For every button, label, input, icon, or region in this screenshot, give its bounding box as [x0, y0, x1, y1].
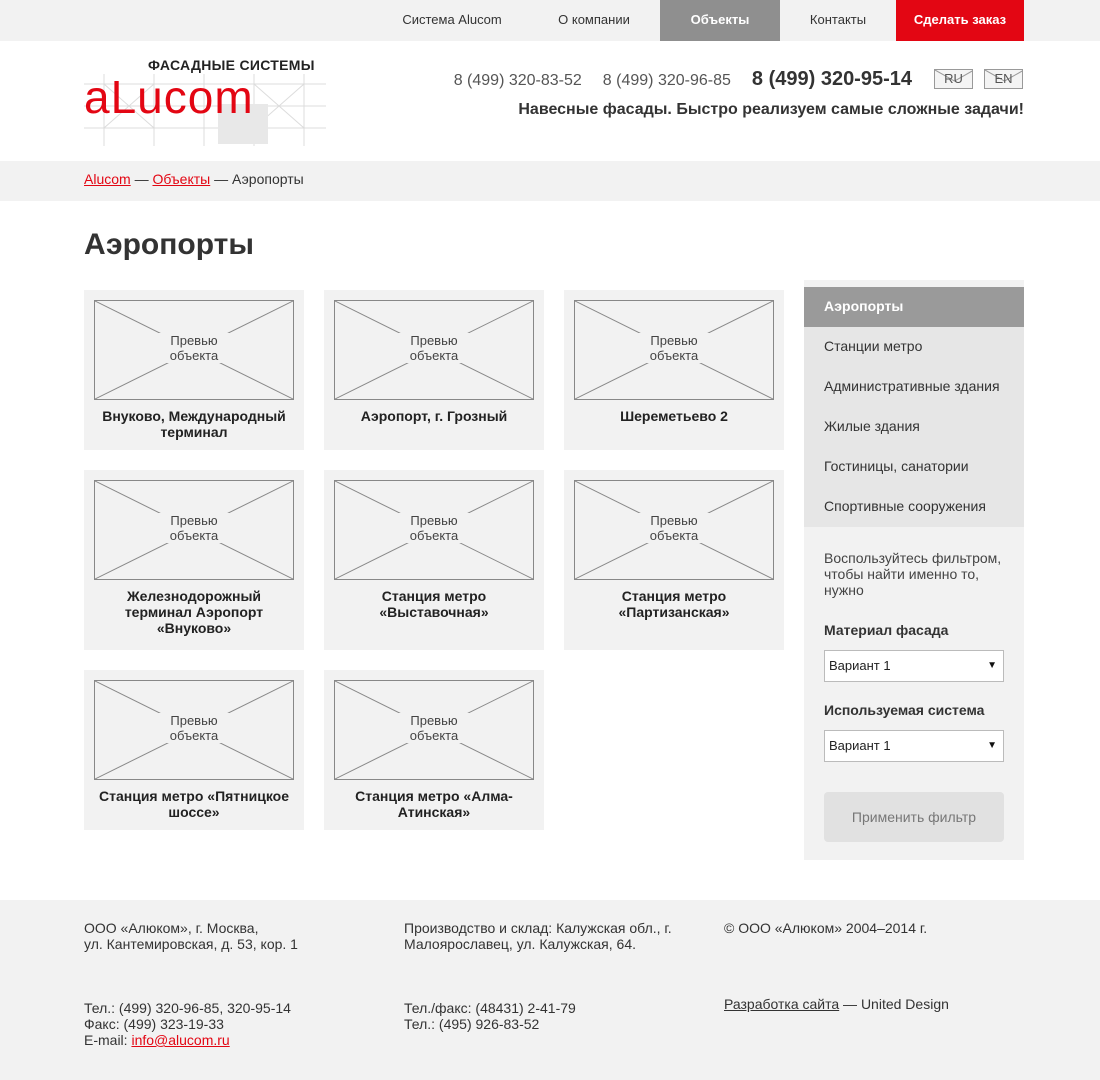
preview-placeholder-text: Превью объекта: [145, 513, 243, 543]
material-select[interactable]: Вариант 1 ▼: [824, 650, 1004, 682]
object-title[interactable]: Аэропорт, г. Грозный: [332, 408, 536, 424]
nav-objects[interactable]: Объекты: [660, 0, 780, 41]
footer-address: ООО «Алюком», г. Москва, ул. Кантемировс…: [84, 920, 298, 952]
nav-about[interactable]: О компании: [528, 0, 660, 41]
object-title[interactable]: Внуково, Международный терминал: [92, 408, 296, 440]
object-preview-image: Превью объекта: [574, 300, 774, 400]
category-menu: Аэропорты Станции метро Административные…: [804, 287, 1024, 527]
object-card[interactable]: Превью объекта Внуково, Международный тер…: [84, 290, 304, 450]
top-nav: Система Alucom О компании Объекты Контак…: [376, 0, 1024, 41]
breadcrumb-home-link[interactable]: Alucom: [84, 171, 131, 187]
category-airports[interactable]: Аэропорты: [804, 287, 1024, 327]
preview-placeholder-text: Превью объекта: [385, 333, 483, 363]
object-card[interactable]: Превью объекта Станция метро «Алма-Атинск…: [324, 670, 544, 830]
phone-list: 8 (499) 320-83-52 8 (499) 320-96-85 8 (4…: [433, 68, 912, 91]
breadcrumb-separator: —: [210, 171, 232, 187]
object-title[interactable]: Станция метро «Алма-Атинская»: [332, 788, 536, 820]
system-label: Используемая система: [824, 702, 985, 718]
lang-en-label: EN: [994, 71, 1013, 86]
footer-email-label: E-mail:: [84, 1032, 128, 1048]
apply-filter-button[interactable]: Применить фильтр: [824, 792, 1004, 842]
footer-phone: Тел.: (499) 320-96-85, 320-95-14: [84, 1000, 291, 1016]
object-title[interactable]: Железнодорожный терминал Аэропорт «Внуко…: [92, 588, 296, 636]
lang-ru-button[interactable]: RU: [934, 69, 973, 89]
breadcrumb-bar: Alucom — Объекты — Аэропорты: [0, 161, 1100, 201]
developer-link[interactable]: Разработка сайта: [724, 996, 839, 1012]
top-navigation-bar: Система Alucom О компании Объекты Контак…: [0, 0, 1100, 41]
phone-2: 8 (499) 320-96-85: [602, 72, 731, 89]
object-preview-image: Превью объекта: [334, 680, 534, 780]
footer-production: Производство и склад: Калужская обл., г.…: [404, 920, 672, 952]
footer: ООО «Алюком», г. Москва, ул. Кантемировс…: [0, 900, 1100, 1080]
object-title[interactable]: Станция метро «Пятницкое шоссе»: [92, 788, 296, 820]
dropdown-arrow-icon: ▼: [987, 740, 997, 751]
category-hotels[interactable]: Гостиницы, санатории: [804, 447, 1024, 487]
lang-ru-label: RU: [944, 71, 963, 86]
page-title: Аэропорты: [84, 228, 254, 261]
footer-telfax: Тел./факс: (48431) 2-41-79: [404, 1000, 576, 1016]
object-preview-image: Превью объекта: [334, 300, 534, 400]
object-title[interactable]: Станция метро «Выставочная»: [332, 588, 536, 620]
preview-placeholder-text: Превью объекта: [145, 333, 243, 363]
material-label: Материал фасада: [824, 622, 949, 638]
breadcrumb-separator: —: [130, 171, 153, 187]
preview-placeholder-text: Превью объекта: [385, 513, 483, 543]
category-metro[interactable]: Станции метро: [804, 327, 1024, 367]
object-preview-image: Превью объекта: [94, 480, 294, 580]
nav-system-alucom[interactable]: Система Alucom: [376, 0, 528, 41]
phone-main: 8 (499) 320-95-14: [751, 68, 912, 90]
preview-placeholder-text: Превью объекта: [385, 713, 483, 743]
footer-production-contacts: Тел./факс: (48431) 2-41-79 Тел.: (495) 9…: [404, 1000, 576, 1032]
object-preview-image: Превью объекта: [94, 300, 294, 400]
footer-copyright: © ООО «Алюком» 2004–2014 г.: [724, 920, 928, 936]
footer-production-line: Малоярославец, ул. Калужская, 64.: [404, 936, 637, 952]
object-title[interactable]: Шереметьево 2: [572, 408, 776, 424]
object-preview-image: Превью объекта: [94, 680, 294, 780]
category-sidebar: Аэропорты Станции метро Административные…: [804, 280, 1024, 860]
system-select[interactable]: Вариант 1 ▼: [824, 730, 1004, 762]
footer-phone-2: Тел.: (495) 926-83-52: [404, 1016, 540, 1032]
object-preview-image: Превью объекта: [334, 480, 534, 580]
object-card[interactable]: Превью объекта Станция метро «Пятницкое ш…: [84, 670, 304, 830]
material-select-value: Вариант 1: [829, 658, 891, 673]
object-preview-image: Превью объекта: [574, 480, 774, 580]
preview-placeholder-text: Превью объекта: [625, 333, 723, 363]
breadcrumb: Alucom — Объекты — Аэропорты: [84, 171, 304, 187]
object-card[interactable]: Превью объекта Железнодорожный терминал А…: [84, 470, 304, 650]
dropdown-arrow-icon: ▼: [987, 660, 997, 671]
nav-contacts[interactable]: Контакты: [780, 0, 896, 41]
developer-name: — United Design: [839, 996, 949, 1012]
footer-fax: Факс: (499) 323-19-33: [84, 1016, 224, 1032]
order-button[interactable]: Сделать заказ: [896, 0, 1024, 41]
footer-production-line: Производство и склад: Калужская обл., г.: [404, 920, 672, 936]
category-residential[interactable]: Жилые здания: [804, 407, 1024, 447]
footer-contacts: Тел.: (499) 320-96-85, 320-95-14 Факс: (…: [84, 1000, 291, 1048]
footer-email-row: E-mail: info@alucom.ru: [84, 1032, 291, 1048]
breadcrumb-current: Аэропорты: [232, 171, 304, 187]
footer-address-line: ул. Кантемировская, д. 53, кор. 1: [84, 936, 298, 952]
slogan: Навесные фасады. Быстро реализуем самые …: [518, 101, 1024, 118]
category-sports[interactable]: Спортивные сооружения: [804, 487, 1024, 527]
lang-en-button[interactable]: EN: [984, 69, 1023, 89]
footer-developer: Разработка сайта — United Design: [724, 996, 949, 1012]
system-select-value: Вариант 1: [829, 738, 891, 753]
object-card[interactable]: Превью объекта Станция метро «Партизанска…: [564, 470, 784, 650]
footer-address-line: ООО «Алюком», г. Москва,: [84, 920, 259, 936]
logo-wordmark: aLucom: [84, 71, 254, 123]
preview-placeholder-text: Превью объекта: [625, 513, 723, 543]
object-card[interactable]: Превью объекта Шереметьево 2: [564, 290, 784, 450]
footer-email-link[interactable]: info@alucom.ru: [131, 1032, 229, 1048]
filter-hint: Воспользуйтесь фильтром, чтобы найти име…: [824, 550, 1002, 598]
object-title[interactable]: Станция метро «Партизанская»: [572, 588, 776, 620]
breadcrumb-objects-link[interactable]: Объекты: [152, 171, 210, 187]
category-admin-buildings[interactable]: Административные здания: [804, 367, 1024, 407]
site-logo[interactable]: ФАСАДНЫЕ СИСТЕМЫ aLucom: [84, 54, 326, 146]
object-card[interactable]: Превью объекта Аэропорт, г. Грозный: [324, 290, 544, 450]
phone-1: 8 (499) 320-83-52: [453, 72, 582, 89]
object-card[interactable]: Превью объекта Станция метро «Выставочная…: [324, 470, 544, 650]
preview-placeholder-text: Превью объекта: [145, 713, 243, 743]
